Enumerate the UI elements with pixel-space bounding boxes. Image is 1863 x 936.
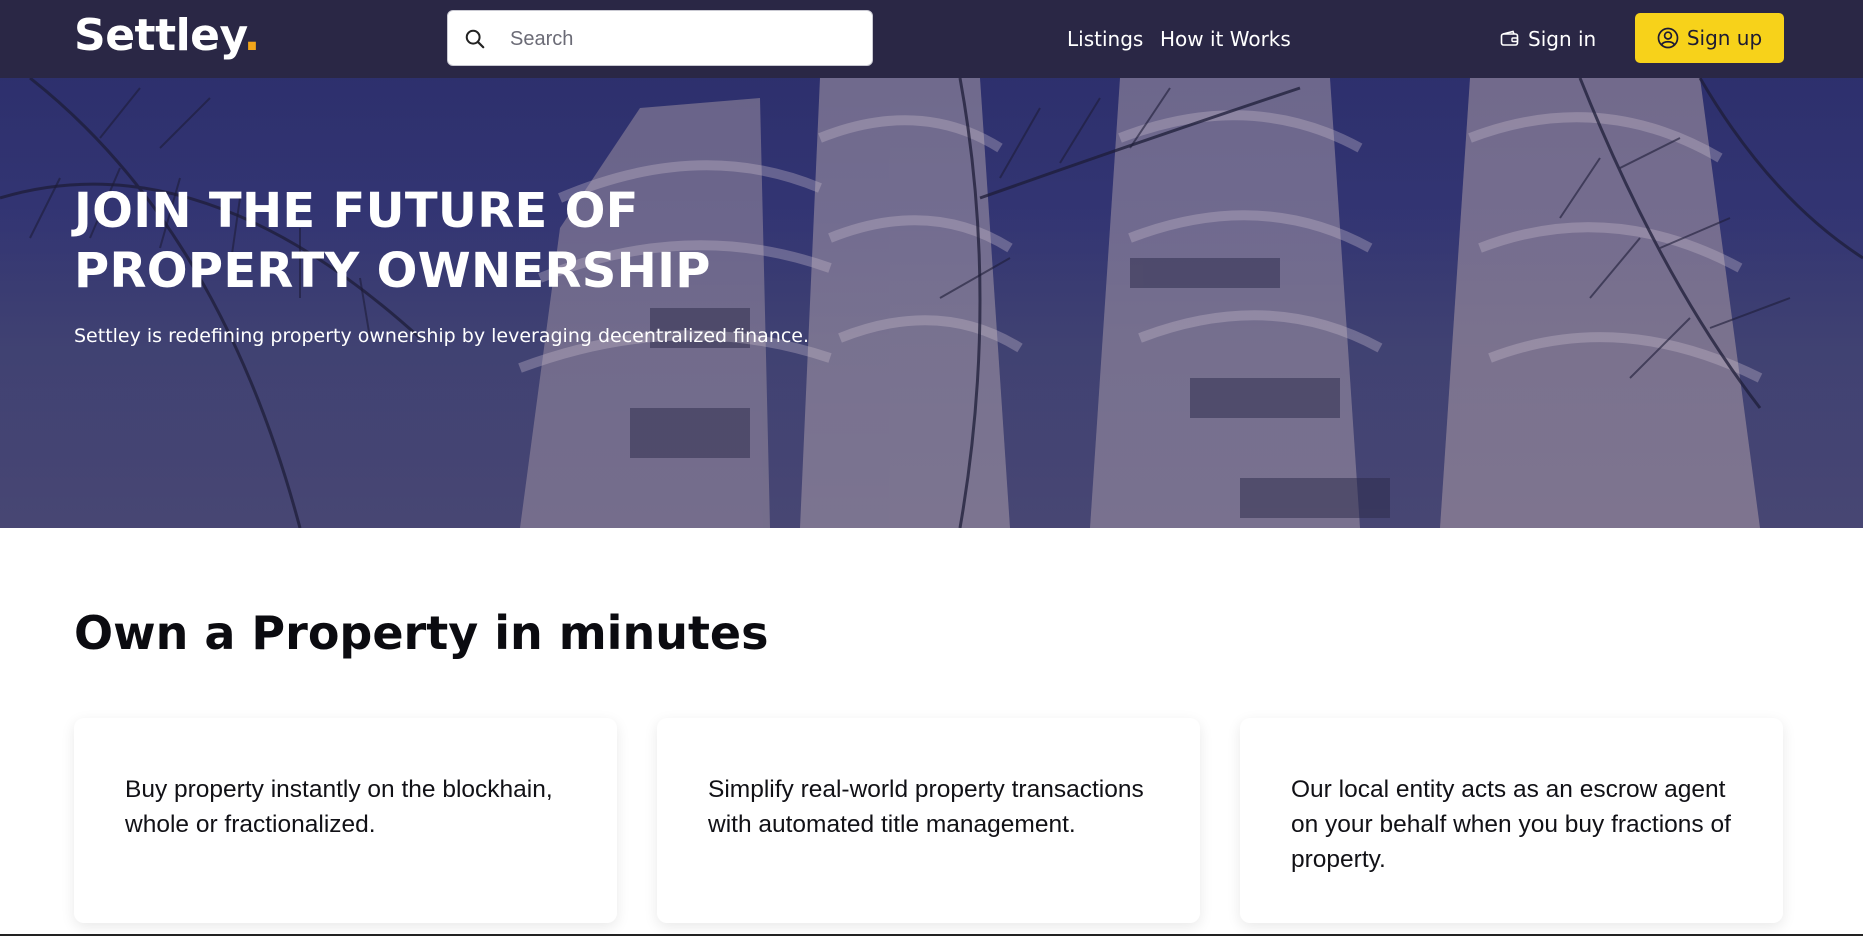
- nav-link-listings[interactable]: Listings: [1067, 22, 1143, 56]
- sign-in-button[interactable]: Sign in: [1500, 22, 1596, 56]
- user-circle-icon: [1657, 27, 1679, 48]
- settley-logo[interactable]: Settley.: [74, 6, 260, 66]
- feature-card: Simplify real-world property transaction…: [657, 718, 1200, 923]
- nav-link-how-it-works[interactable]: How it Works: [1160, 22, 1291, 56]
- feature-card-text: Buy property instantly on the blockhain,…: [125, 776, 553, 838]
- logo-dot: .: [243, 10, 261, 61]
- feature-card: Our local entity acts as an escrow agent…: [1240, 718, 1783, 923]
- sign-up-button[interactable]: Sign up: [1635, 13, 1784, 63]
- wallet-icon: [1500, 30, 1519, 46]
- hero-title: JOIN THE FUTURE OF PROPERTY OWNERSHIP: [74, 183, 711, 299]
- hero-subtitle: Settley is redefining property ownership…: [74, 325, 809, 347]
- section-title: Own a Property in minutes: [74, 606, 769, 660]
- top-navbar: Settley. Listings How it Works Sign in S…: [0, 0, 1863, 78]
- hero-banner: JOIN THE FUTURE OF PROPERTY OWNERSHIP Se…: [0, 78, 1863, 528]
- feature-card: Buy property instantly on the blockhain,…: [74, 718, 617, 923]
- search-icon: [465, 29, 485, 49]
- search-input[interactable]: [508, 11, 862, 67]
- hero-background-image: [0, 78, 1863, 528]
- feature-card-text: Simplify real-world property transaction…: [708, 776, 1144, 838]
- sign-in-label: Sign in: [1528, 27, 1597, 51]
- sign-up-label: Sign up: [1686, 26, 1763, 50]
- search-box[interactable]: [447, 10, 873, 67]
- feature-card-text: Our local entity acts as an escrow agent…: [1291, 776, 1731, 873]
